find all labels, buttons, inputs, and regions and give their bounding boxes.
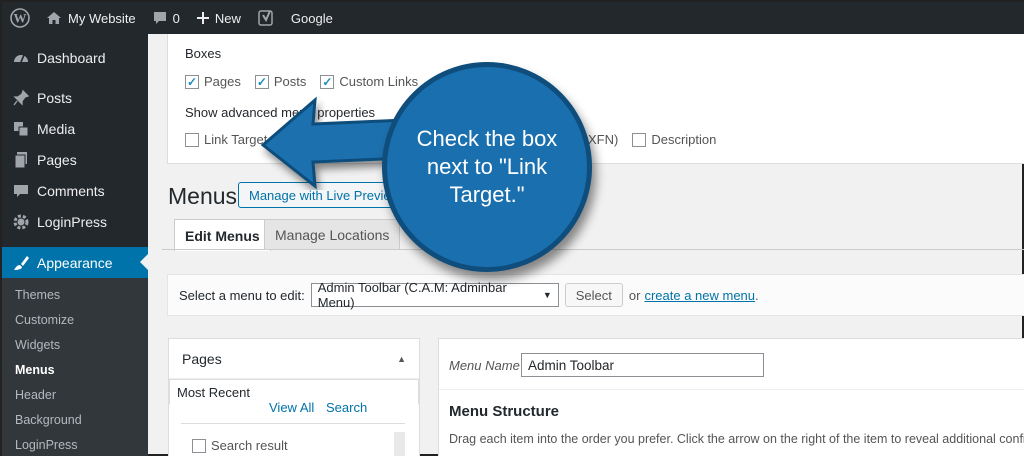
submenu-item-customize[interactable]: Customize xyxy=(2,307,148,332)
tab-search[interactable]: Search xyxy=(326,400,367,415)
select-menu-bar: Select a menu to edit: Admin Toolbar (C.… xyxy=(167,274,1024,316)
checkbox-label: Custom Links xyxy=(339,74,419,89)
link-target-checkbox[interactable] xyxy=(185,132,199,147)
pages-panel-header[interactable]: Pages ▲ xyxy=(169,339,419,379)
svg-text:W: W xyxy=(14,11,27,26)
create-menu-link[interactable]: create a new menu xyxy=(644,288,755,303)
menu-structure-title: Menu Structure xyxy=(449,403,560,420)
tab-edit-menus[interactable]: Edit Menus xyxy=(174,219,271,251)
sidebar-item-dashboard[interactable]: Dashboard xyxy=(2,42,148,73)
boxes-checkboxes: ✓ Pages ✓ Posts ✓ Custom Links xyxy=(185,74,432,89)
new-label: New xyxy=(214,10,241,26)
menu-edit-panel: Menu Name Admin Toolbar Menu Structure D… xyxy=(438,338,1024,456)
checkbox-label: Pages xyxy=(204,74,241,89)
site-name: My Website xyxy=(68,10,136,26)
tab-view-all[interactable]: View All xyxy=(269,400,314,415)
appearance-submenu: Themes Customize Widgets Menus Header Ba… xyxy=(2,278,148,456)
sidebar-item-label: Pages xyxy=(37,151,77,168)
submenu-item-loginpress[interactable]: LoginPress xyxy=(2,432,148,456)
create-link-suffix: . xyxy=(755,287,759,303)
sidebar-item-label: Dashboard xyxy=(37,49,106,66)
plus-icon xyxy=(196,12,209,24)
pin-icon xyxy=(11,88,31,108)
selected-menu: Admin Toolbar (C.A.M: Adminbar Menu) xyxy=(317,280,507,310)
tabs-divider xyxy=(181,423,405,424)
checkbox-label: Posts xyxy=(273,74,307,89)
home-icon xyxy=(47,12,61,24)
admin-bar: W My Website 0 New Google xyxy=(2,2,1024,34)
checkmark-icon: ✓ xyxy=(186,74,198,89)
pages-scrollbar[interactable] xyxy=(394,432,405,456)
pages-icon xyxy=(11,150,31,170)
google-label: Google xyxy=(290,10,333,26)
admin-bar-site[interactable]: My Website xyxy=(38,2,144,34)
wordpress-icon: W xyxy=(10,8,30,28)
or-text: or xyxy=(628,287,641,303)
admin-bar-google[interactable]: Google xyxy=(283,2,341,34)
dashboard-icon xyxy=(11,48,31,68)
submenu-item-background[interactable]: Background xyxy=(2,407,148,432)
boxes-title: Boxes xyxy=(185,46,222,61)
checkbox-label: XFN) xyxy=(588,132,619,147)
admin-sidebar: Dashboard Posts Media Pages Comments Log… xyxy=(2,34,148,456)
custom-links-checkbox[interactable]: ✓ xyxy=(320,74,335,89)
brush-icon xyxy=(11,253,31,273)
submenu-item-themes[interactable]: Themes xyxy=(2,282,148,307)
sidebar-item-label: Appearance xyxy=(37,254,113,271)
comment-icon xyxy=(153,12,166,24)
sidebar-item-label: Posts xyxy=(37,89,73,106)
menu-structure-description: Drag each item into the order you prefer… xyxy=(449,432,1024,446)
tabs-divider xyxy=(162,249,1024,250)
checkmark-icon: ✓ xyxy=(322,74,333,89)
pages-panel-title: Pages xyxy=(182,350,222,367)
divider xyxy=(439,389,1024,390)
sidebar-item-loginpress[interactable]: LoginPress xyxy=(2,206,148,237)
admin-bar-comments[interactable]: 0 xyxy=(144,2,188,34)
posts-checkbox[interactable]: ✓ xyxy=(254,74,269,89)
sidebar-item-pages[interactable]: Pages xyxy=(2,144,148,175)
page-title: Menus xyxy=(168,183,238,209)
submenu-item-widgets[interactable]: Widgets xyxy=(2,332,148,357)
select-menu-label: Select a menu to edit: xyxy=(179,287,305,303)
caret-up-icon: ▲ xyxy=(397,353,406,364)
yoast-icon xyxy=(258,10,273,26)
tab-manage-locations[interactable]: Manage Locations xyxy=(264,219,401,250)
callout-bubble: Check the box next to "Link Target." xyxy=(382,62,592,272)
submenu-item-menus[interactable]: Menus xyxy=(2,357,148,382)
media-icon xyxy=(11,119,31,139)
menu-name-input[interactable]: Admin Toolbar xyxy=(521,353,764,377)
sidebar-item-media[interactable]: Media xyxy=(2,113,148,144)
sidebar-item-label: LoginPress xyxy=(37,213,108,230)
wordpress-logo[interactable]: W xyxy=(2,2,38,34)
sidebar-item-appearance[interactable]: Appearance xyxy=(2,247,148,278)
search-result-checkbox[interactable] xyxy=(192,438,206,453)
admin-bar-new[interactable]: New xyxy=(188,2,249,34)
callout-text: Check the box next to "Link Target." xyxy=(416,125,558,208)
checkbox-label: Description xyxy=(651,132,717,147)
search-result-row: Search result xyxy=(192,438,288,453)
menu-select-dropdown[interactable]: Admin Toolbar (C.A.M: Adminbar Menu) ▼ xyxy=(310,280,559,310)
menu-name-label: Menu Name xyxy=(449,357,520,373)
sidebar-item-label: Media xyxy=(37,120,76,137)
pages-accordion-panel: Pages ▲ Most Recent View All Search Sear… xyxy=(168,338,420,456)
xfn-row: XFN) Description xyxy=(588,132,730,147)
checkmark-icon: ✓ xyxy=(256,74,267,89)
pages-checkbox[interactable]: ✓ xyxy=(185,74,199,89)
gear-icon xyxy=(11,212,31,232)
comments-count: 0 xyxy=(172,10,180,26)
submenu-item-header[interactable]: Header xyxy=(2,382,148,407)
sidebar-item-comments[interactable]: Comments xyxy=(2,175,148,206)
sidebar-item-label: Comments xyxy=(37,182,105,199)
menu-name-row: Menu Name Admin Toolbar xyxy=(449,353,764,377)
caret-down-icon: ▼ xyxy=(542,290,552,300)
comment-icon xyxy=(11,181,31,201)
sidebar-item-posts[interactable]: Posts xyxy=(2,82,148,113)
description-checkbox[interactable] xyxy=(632,132,647,147)
search-result-label: Search result xyxy=(211,438,288,453)
admin-bar-yoast[interactable] xyxy=(249,2,283,34)
select-button[interactable]: Select xyxy=(564,283,623,307)
